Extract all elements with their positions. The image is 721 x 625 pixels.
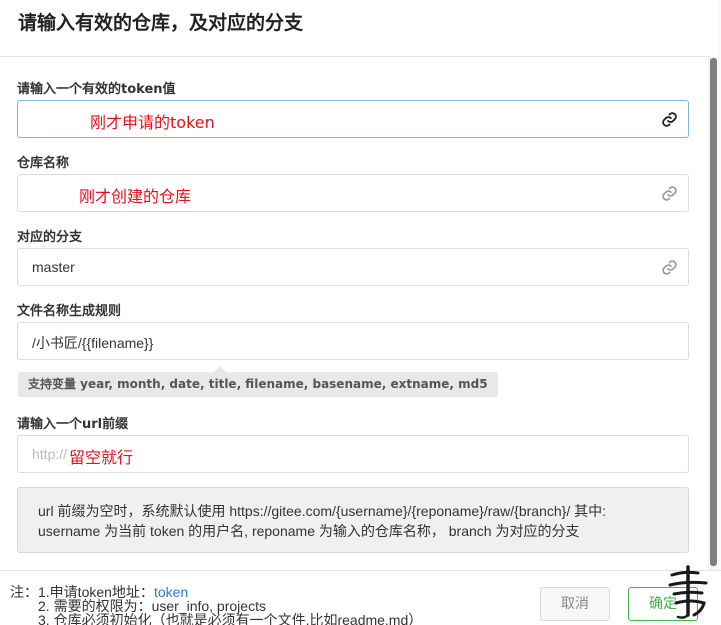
url-prefix-annotation: 留空就行 (69, 448, 134, 467)
repo-label: 仓库名称 (17, 156, 70, 171)
calligraphy-seal-icon (668, 565, 708, 619)
branch-value: master (32, 259, 75, 275)
token-annotation: 刚才申请的token (90, 113, 215, 132)
background-page-edge (717, 0, 721, 625)
footer-notes: 注：1.申请token地址：token 2. 需要的权限为：user_info,… (10, 585, 422, 625)
filename-variables-tooltip: 支持变量 year, month, date, title, filename,… (18, 372, 498, 397)
repo-input[interactable]: 刚才创建的仓库 (17, 174, 689, 212)
settings-dialog: 请输入有效的仓库，及对应的分支 请输入一个有效的token值 刚才申请的toke… (0, 0, 721, 625)
repo-annotation: 刚才创建的仓库 (79, 187, 192, 206)
token-label: 请输入一个有效的token值 (17, 82, 176, 97)
token-input[interactable]: 刚才申请的token (17, 100, 689, 138)
dialog-header: 请输入有效的仓库，及对应的分支 (0, 0, 711, 57)
link-icon[interactable] (661, 111, 678, 128)
info-line-1: url 前缀为空时，系统默认使用 https://gitee.com/{user… (38, 503, 606, 519)
url-prefix-placeholder: http:// (32, 446, 68, 462)
branch-label: 对应的分支 (17, 230, 83, 245)
url-prefix-input[interactable]: http:// 留空就行 (17, 435, 689, 473)
url-prefix-info-box: url 前缀为空时，系统默认使用 https://gitee.com/{user… (17, 487, 689, 553)
scrollbar-thumb[interactable] (710, 58, 717, 566)
note-row-2: 2. 需要的权限为：user_info, projects (38, 598, 266, 614)
dialog-title: 请输入有效的仓库，及对应的分支 (18, 12, 304, 34)
info-line-2: username 为当前 token 的用户名, reponame 为输入的仓库… (38, 523, 580, 539)
note-row-3: 3. 仓库必须初始化（也就是必须有一个文件,比如readme.md） (38, 612, 423, 625)
branch-input[interactable]: master (17, 248, 689, 286)
dialog-footer: 注：1.申请token地址：token 2. 需要的权限为：user_info,… (0, 570, 721, 625)
link-icon[interactable] (661, 185, 678, 202)
cancel-button[interactable]: 取消 (540, 587, 610, 621)
dialog-body: 请输入一个有效的token值 刚才申请的token 仓库名称 刚才创建的仓库 对… (0, 57, 711, 570)
note-row-1: 注：1.申请token地址：token (10, 585, 422, 599)
filename-rule-value: /小书匠/{{filename}} (32, 335, 154, 351)
filename-rule-input[interactable]: /小书匠/{{filename}} (17, 322, 689, 360)
url-prefix-label: 请输入一个url前缀 (17, 417, 129, 432)
filename-rule-label: 文件名称生成规则 (17, 304, 122, 319)
link-icon[interactable] (661, 259, 678, 276)
